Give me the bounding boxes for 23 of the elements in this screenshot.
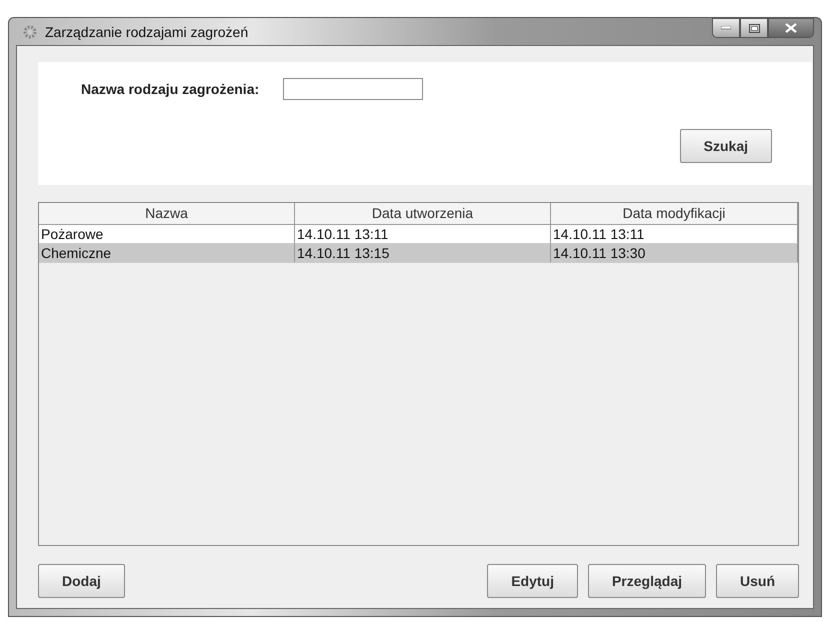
action-button[interactable]: Przeglądaj (588, 564, 706, 598)
minimize-button[interactable] (712, 18, 740, 38)
search-button[interactable]: Szukaj (680, 129, 772, 163)
minimize-icon (721, 26, 731, 30)
maximize-icon (748, 24, 760, 32)
table-row[interactable]: Pożarowe 14.10.11 13:11 14.10.11 13:11 (39, 225, 798, 244)
maximize-button[interactable] (740, 18, 768, 38)
close-icon (785, 23, 797, 33)
gear-icon (21, 24, 39, 40)
action-button[interactable]: Usuń (716, 564, 799, 598)
name-input-field[interactable] (283, 78, 424, 100)
table-cell: 14.10.11 13:30 (551, 244, 798, 263)
column-header[interactable]: Data utworzenia (295, 203, 551, 225)
table-cell: Chemiczne (39, 244, 295, 263)
table-cell: 14.10.11 13:15 (295, 244, 551, 263)
add-button[interactable]: Dodaj (38, 564, 125, 598)
table-row[interactable]: Chemiczne 14.10.11 13:15 14.10.11 13:30 (39, 244, 798, 263)
column-header[interactable]: Data modyfikacji (551, 203, 798, 225)
action-button[interactable]: Edytuj (487, 564, 578, 598)
column-header[interactable]: Nazwa (39, 203, 295, 225)
window-title: Zarządzanie rodzajami zagrożeń (45, 24, 248, 40)
close-button[interactable] (768, 18, 814, 38)
field-label: Nazwa rodzaju zagrożenia: (81, 81, 260, 97)
